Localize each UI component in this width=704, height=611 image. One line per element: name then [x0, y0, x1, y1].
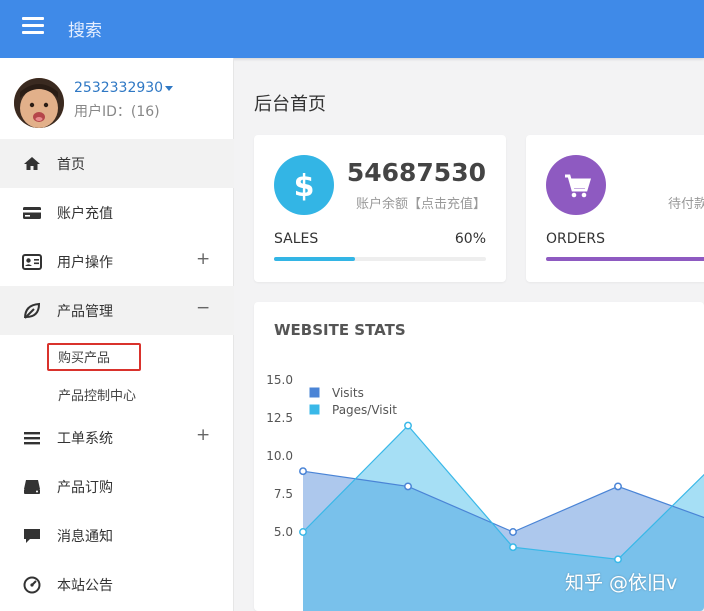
sales-progress-track — [274, 257, 486, 261]
sidebar-item-tickets[interactable]: 工单系统 + — [0, 413, 234, 462]
data-point — [509, 543, 517, 552]
sidebar-item-label: 用户操作 — [57, 255, 113, 271]
watermark: 知乎 @依旧v — [565, 572, 678, 594]
sales-card: $ 54687530 账户余额【点击充值】 SALES 60% — [254, 135, 506, 282]
orders-card: 待付款 ORDERS — [526, 135, 704, 282]
top-bar: 搜索 — [0, 0, 704, 58]
menu-icon[interactable] — [22, 17, 44, 35]
expand-icon[interactable]: + — [196, 249, 210, 269]
sidebar-item-label: 产品订购 — [57, 480, 113, 496]
dollar-icon: $ — [274, 155, 334, 215]
data-point — [299, 528, 307, 536]
cart-icon — [546, 155, 606, 215]
stats-chart: 15.0 12.5 10.0 7.5 5.0 Visits Pages/Visit — [266, 373, 704, 611]
orders-label: ORDERS — [546, 231, 605, 247]
orders-progress-track — [546, 257, 704, 261]
data-point — [614, 555, 622, 564]
legend-label: Pages/Visit — [332, 403, 397, 417]
caret-down-icon — [165, 85, 174, 91]
home-icon — [22, 154, 42, 174]
user-id: 用户ID：(16) — [74, 104, 160, 120]
sidebar-item-product-mgmt[interactable]: 产品管理 − — [0, 286, 234, 335]
y-tick-label: 5.0 — [274, 525, 293, 539]
sales-percent: 60% — [454, 231, 486, 247]
chat-icon — [22, 526, 42, 546]
dashboard-icon — [22, 575, 42, 595]
username-dropdown[interactable]: 2532332930 — [74, 80, 174, 96]
credit-card-icon — [22, 203, 42, 223]
avatar[interactable] — [14, 78, 64, 128]
data-point — [404, 482, 412, 491]
sidebar-item-label: 产品管理 — [57, 304, 113, 320]
data-point — [509, 528, 517, 536]
sidebar: 2532332930 用户ID：(16) 首页 账户充值 用户操作 + 产品管理… — [0, 58, 234, 611]
y-tick-label: 12.5 — [266, 411, 293, 425]
website-stats-card: WEBSITE STATS 15.0 12.5 10.0 7.5 5.0 Visits Pa… — [254, 302, 704, 611]
sidebar-item-notifications[interactable]: 消息通知 — [0, 511, 234, 560]
leaf-icon — [22, 301, 42, 321]
sidebar-item-label: 消息通知 — [57, 529, 113, 545]
sidebar-item-label: 本站公告 — [57, 578, 113, 594]
legend-swatch — [308, 386, 321, 399]
y-tick-label: 15.0 — [266, 373, 293, 387]
data-point — [614, 482, 622, 491]
page-title: 后台首页 — [254, 94, 326, 115]
search-label[interactable]: 搜索 — [68, 16, 102, 41]
legend-label: Visits — [332, 386, 364, 400]
user-card-icon — [22, 252, 42, 272]
sidebar-item-label: 首页 — [57, 157, 85, 173]
collapse-icon[interactable]: − — [196, 298, 210, 318]
sidebar-item-recharge[interactable]: 账户充值 — [0, 188, 234, 237]
sidebar-item-announcements[interactable]: 本站公告 — [0, 560, 234, 609]
balance-amount: 54687530 — [346, 158, 486, 187]
sales-progress-fill — [274, 257, 356, 261]
sidebar-item-user-ops[interactable]: 用户操作 + — [0, 237, 234, 286]
sidebar-item-label: 工单系统 — [57, 431, 113, 447]
expand-icon[interactable]: + — [196, 425, 210, 445]
sales-label: SALES — [274, 231, 319, 247]
legend-swatch — [308, 403, 321, 416]
sidebar-item-order[interactable]: 产品订购 — [0, 462, 234, 511]
list-icon — [22, 428, 42, 448]
submenu-product-control[interactable]: 产品控制中心 — [58, 385, 136, 404]
highlight-box — [47, 343, 141, 371]
drive-icon — [22, 477, 42, 497]
data-point — [299, 467, 307, 476]
y-tick-label: 7.5 — [274, 487, 293, 501]
balance-caption[interactable]: 账户余额【点击充值】 — [356, 193, 486, 212]
data-point — [404, 421, 412, 430]
pending-caption: 待付款 — [668, 197, 704, 212]
y-tick-label: 10.0 — [266, 449, 293, 463]
sidebar-item-home[interactable]: 首页 — [0, 139, 234, 188]
sidebar-item-label: 账户充值 — [57, 206, 113, 222]
svg-text:$: $ — [294, 169, 315, 204]
